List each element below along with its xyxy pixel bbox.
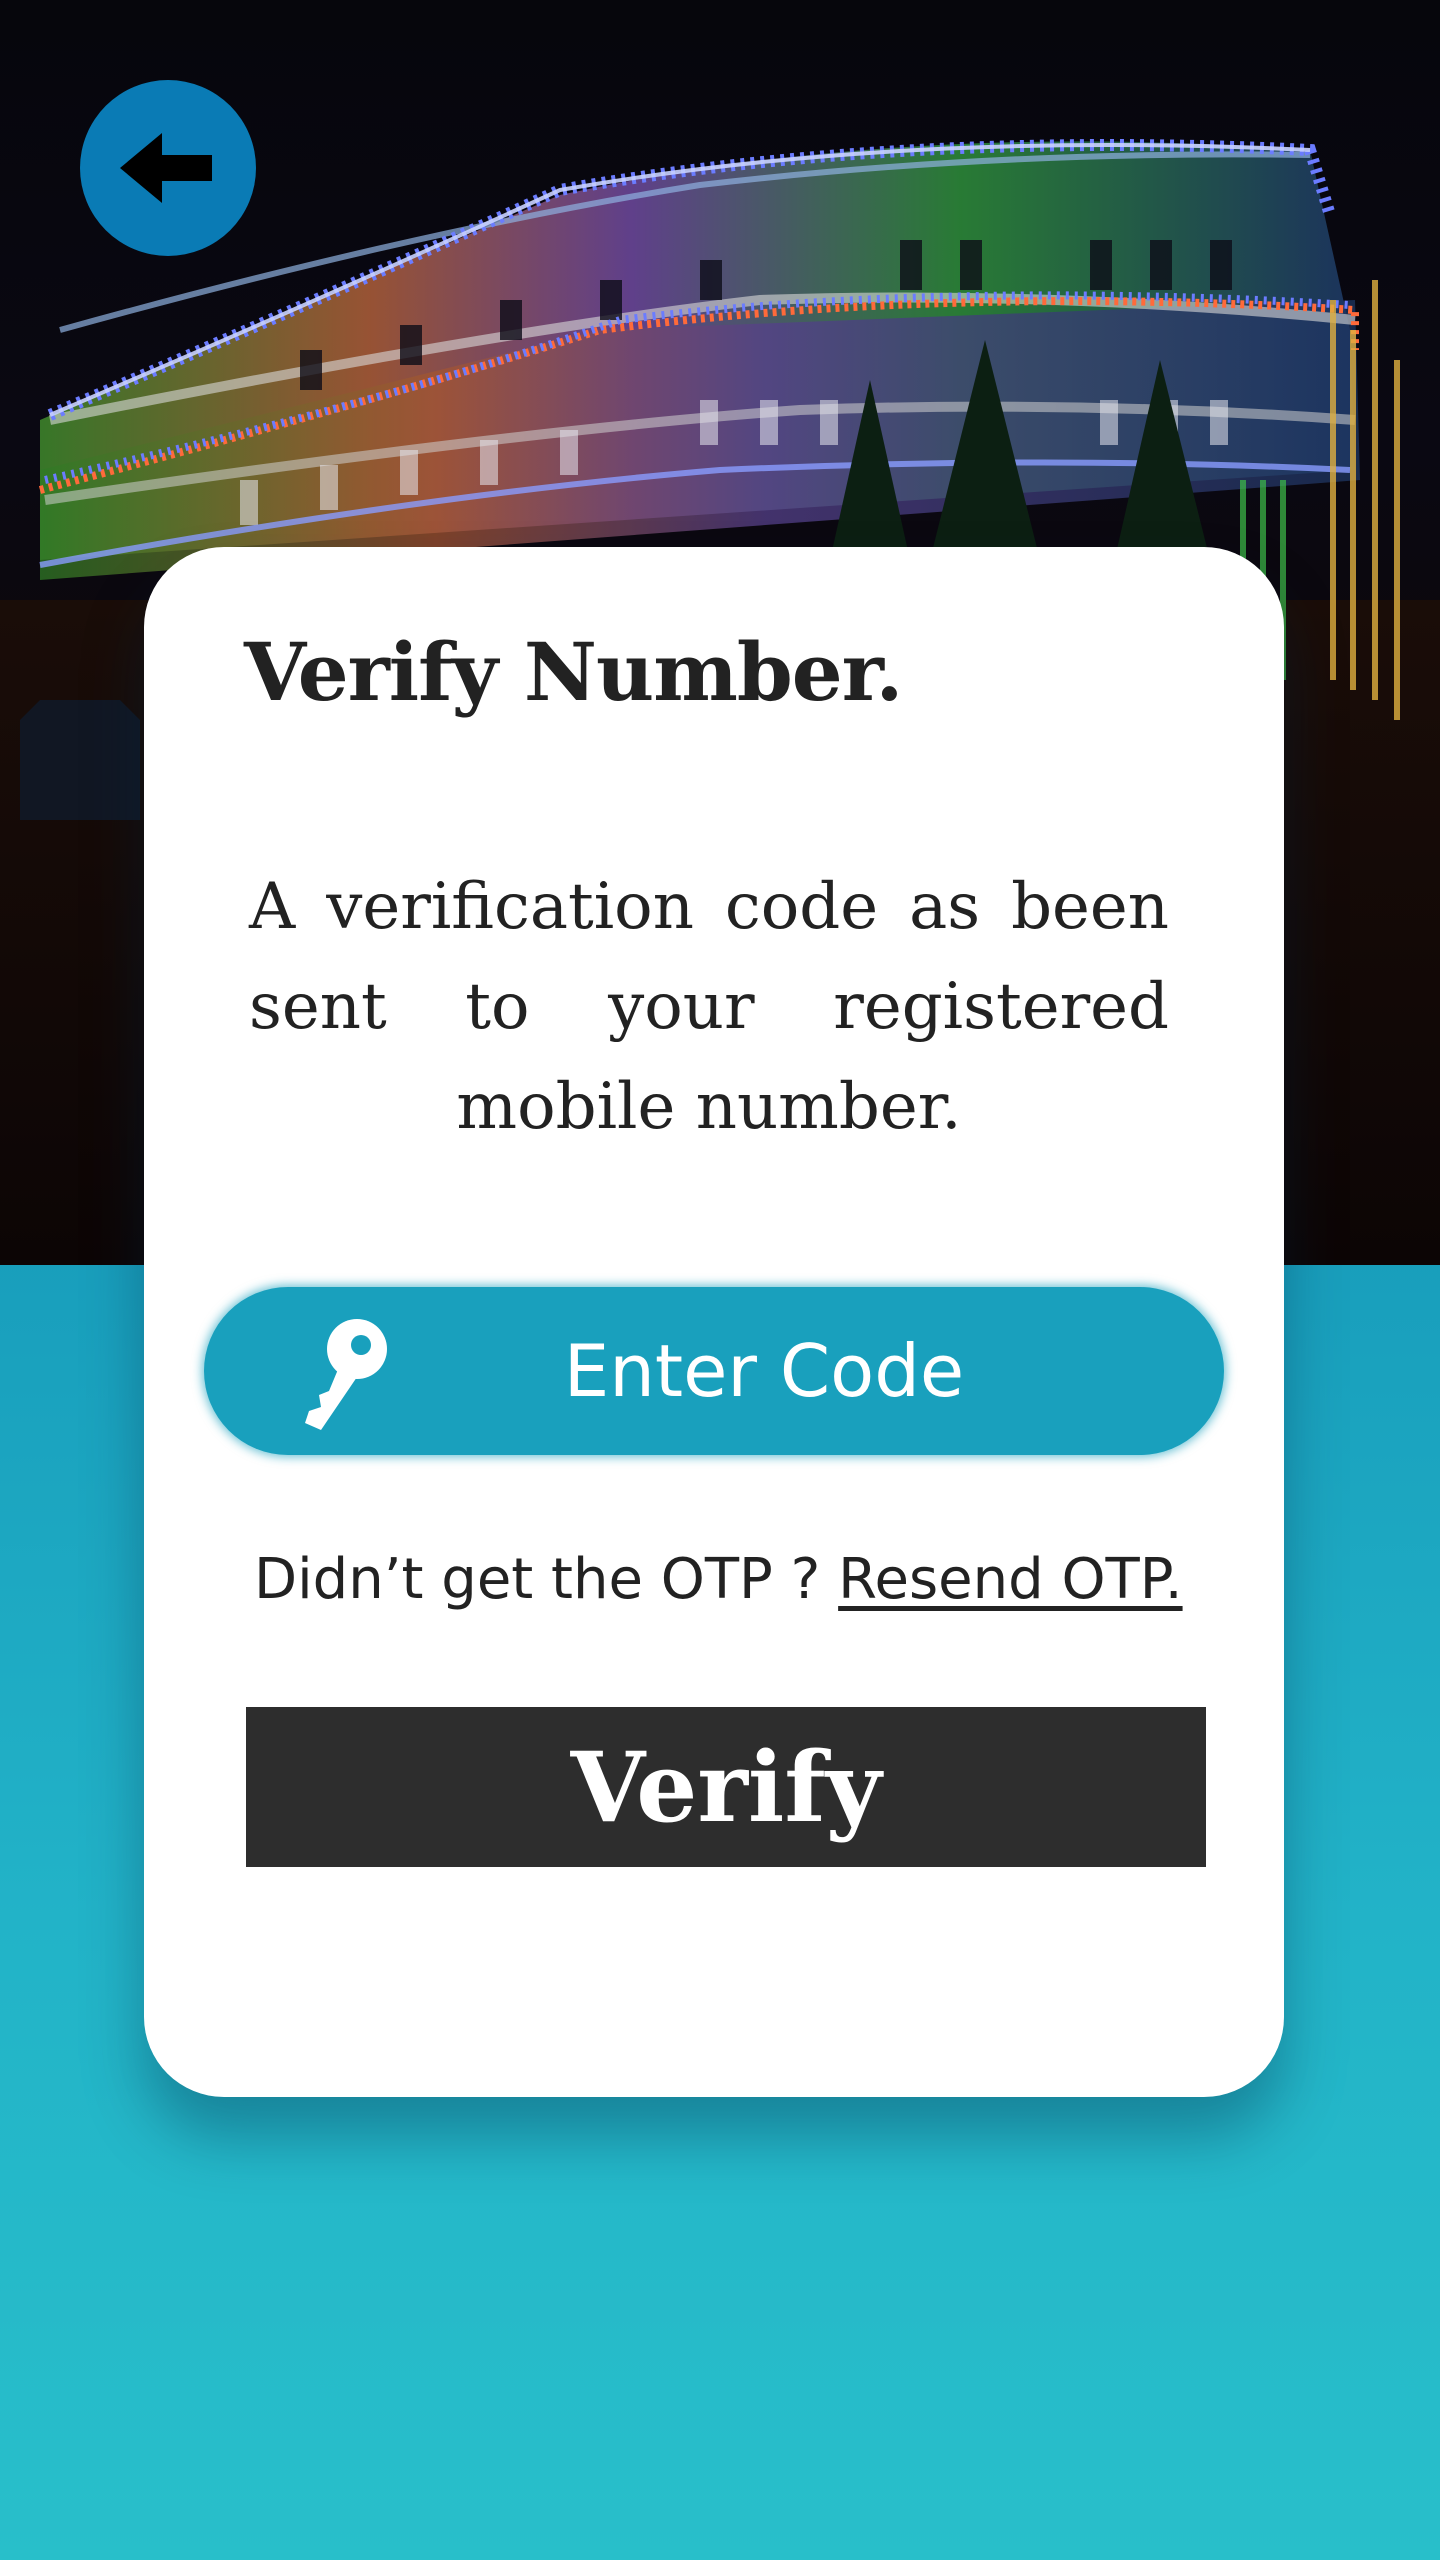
verify-button[interactable]: Verify (246, 1707, 1206, 1867)
verification-card: Verify Number. A verification code as be… (144, 547, 1284, 2097)
key-icon (305, 1319, 387, 1430)
resend-prompt: Didn’t get the OTP ? (254, 1547, 839, 1612)
otp-code-input[interactable] (404, 1287, 1124, 1455)
arrow-left-icon (120, 133, 212, 203)
code-input-container[interactable] (204, 1287, 1224, 1455)
back-button[interactable] (80, 80, 256, 256)
page-title: Verify Number. (244, 625, 903, 719)
resend-line: Didn’t get the OTP ? Resend OTP. (254, 1547, 1254, 1612)
resend-otp-link[interactable]: Resend OTP. (838, 1547, 1182, 1612)
verification-description: A verification code as been sent to your… (249, 870, 1169, 1144)
